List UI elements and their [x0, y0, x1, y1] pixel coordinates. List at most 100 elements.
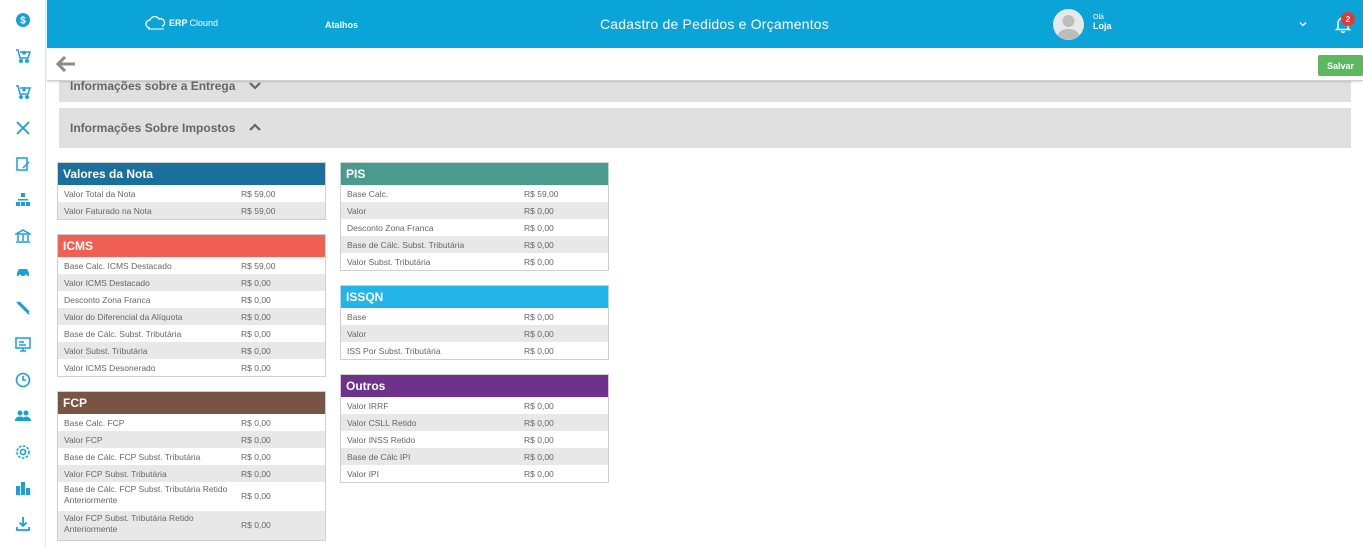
sidebar: $ [0, 0, 46, 548]
table-row: Desconto Zona Franca R$ 0,00 [58, 291, 325, 308]
row-label: Valor FCP [64, 435, 103, 445]
table-row: Base de Cálc. FCP Subst. Tributária Reti… [58, 482, 325, 511]
settings-icon[interactable] [13, 442, 33, 462]
table-row: Base de Cálc. Subst. Tributária R$ 0,00 [58, 325, 325, 342]
panel-body: Base Calc. ICMS Destacado R$ 59,00 Valor … [58, 257, 325, 376]
row-label: Base de Cálc. FCP Subst. Tributária Reti… [64, 484, 228, 505]
chart-icon[interactable] [13, 478, 33, 498]
cloud-icon [145, 15, 166, 30]
panel-title: Valores da Nota [58, 163, 325, 185]
table-row: Base de Cálc IPI R$ 0,00 [341, 448, 608, 465]
top-header: ERP Clound Atalhos Cadastro de Pedidos e … [47, 0, 1363, 48]
row-value: R$ 0,00 [524, 206, 554, 216]
row-value: R$ 59,00 [241, 206, 276, 216]
table-row: Valor ICMS Desonerado R$ 0,00 [58, 359, 325, 376]
panel-body: Base R$ 0,00 Valor R$ 0,00 ISS Por Subst. … [341, 308, 608, 359]
row-label: ISS Por Subst. Tributária [347, 346, 441, 356]
download-icon[interactable] [13, 514, 33, 534]
clock-icon[interactable] [13, 370, 33, 390]
row-label: Base Calc. FCP [64, 418, 125, 428]
panel-fcp: FCP Base Calc. FCP R$ 0,00 Valor FCP R$ 0,… [57, 391, 326, 541]
row-value: R$ 0,00 [524, 418, 554, 428]
table-row: Valor IRRF R$ 0,00 [341, 397, 608, 414]
row-value: R$ 0,00 [241, 363, 271, 373]
save-button[interactable]: Salvar [1318, 55, 1363, 76]
row-label: Valor FCP Subst. Tributária [64, 469, 167, 479]
cart-down-icon[interactable] [13, 82, 33, 102]
sitemap-icon[interactable] [13, 190, 33, 210]
table-row: Base Calc. R$ 59,00 [341, 185, 608, 202]
logo[interactable]: ERP Clound [145, 15, 218, 31]
toolbar: Salvar [47, 48, 1363, 81]
row-value: R$ 0,00 [241, 469, 271, 479]
table-row: Valor IPI R$ 0,00 [341, 465, 608, 482]
row-label: Valor [347, 329, 367, 339]
row-label: Valor CSLL Retido [347, 418, 417, 428]
panel-outros: Outros Valor IRRF R$ 0,00 Valor CSLL Reti… [340, 374, 609, 483]
row-label: Base [347, 312, 367, 322]
table-row: Desconto Zona Franca R$ 0,00 [341, 219, 608, 236]
page-title: Cadastro de Pedidos e Orçamentos [600, 16, 829, 32]
row-label: Valor ICMS Desonerado [64, 363, 156, 373]
user-name: Loja [1093, 21, 1112, 31]
table-row: Valor Faturado na Nota R$ 59,00 [58, 202, 325, 219]
table-row: Base de Cálc. Subst. Tributária R$ 0,00 [341, 236, 608, 253]
row-label: Valor FCP Subst. Tributária Retido Anter… [64, 513, 194, 534]
user-greeting: Olá Loja [1093, 14, 1112, 31]
dollar-icon[interactable]: $ [13, 10, 33, 30]
row-value: R$ 0,00 [524, 329, 554, 339]
row-label: Base de Cálc. Subst. Tributária [64, 329, 182, 339]
table-row: Valor R$ 0,00 [341, 202, 608, 219]
pen-icon[interactable] [13, 298, 33, 318]
panel-pis: PIS Base Calc. R$ 59,00 Valor R$ 0,00 Desc… [340, 162, 609, 271]
logo-text: Clound [189, 18, 219, 28]
table-row: Base R$ 0,00 [341, 308, 608, 325]
svg-text:$: $ [20, 16, 26, 27]
row-value: R$ 0,00 [241, 491, 271, 501]
row-value: R$ 0,00 [241, 346, 271, 356]
tools-icon[interactable] [13, 118, 33, 138]
section-impostos-label: Informações Sobre Impostos [70, 121, 236, 135]
atalhos-menu[interactable]: Atalhos [325, 20, 358, 30]
row-label: Valor Faturado na Nota [64, 206, 152, 216]
cart-plus-icon[interactable] [13, 46, 33, 66]
row-value: R$ 0,00 [524, 469, 554, 479]
table-row: Valor ICMS Destacado R$ 0,00 [58, 274, 325, 291]
row-label: Valor IRRF [347, 401, 389, 411]
bank-icon[interactable] [13, 226, 33, 246]
section-entrega-label: Informações sobre a Entrega [70, 79, 236, 93]
edit-note-icon[interactable] [13, 154, 33, 174]
row-value: R$ 0,00 [241, 329, 271, 339]
avatar[interactable] [1053, 9, 1084, 40]
row-value: R$ 0,00 [241, 278, 271, 288]
table-row: Base de Cálc. FCP Subst. Tributária R$ 0,… [58, 448, 325, 465]
table-row: ISS Por Subst. Tributária R$ 0,00 [341, 342, 608, 359]
row-value: R$ 0,00 [241, 435, 271, 445]
row-value: R$ 0,00 [524, 312, 554, 322]
table-row: Valor FCP R$ 0,00 [58, 431, 325, 448]
row-value: R$ 0,00 [524, 346, 554, 356]
logo-brand: ERP [169, 18, 188, 28]
table-row: Valor Subst. Tributária R$ 0,00 [341, 253, 608, 270]
table-row: Valor INSS Retido R$ 0,00 [341, 431, 608, 448]
users-icon[interactable] [13, 406, 33, 426]
row-label: Base Calc. [347, 189, 389, 199]
section-impostos-header[interactable]: Informações Sobre Impostos [59, 108, 1351, 148]
chevron-up-icon [249, 123, 261, 131]
table-row: Valor FCP Subst. Tributária R$ 0,00 [58, 465, 325, 482]
row-label: Base de Cálc IPI [347, 452, 411, 462]
row-value: R$ 0,00 [524, 240, 554, 250]
chevron-down-icon [249, 82, 261, 90]
panel-body: Valor IRRF R$ 0,00 Valor CSLL Retido R$ 0,… [341, 397, 608, 482]
row-value: R$ 0,00 [524, 223, 554, 233]
monitor-icon[interactable] [13, 334, 33, 354]
back-arrow-icon[interactable] [55, 55, 76, 73]
chevron-down-icon[interactable] [1297, 17, 1309, 29]
row-label: Valor Subst. Tributária [347, 257, 431, 267]
row-value: R$ 59,00 [241, 261, 276, 271]
panel-title: ISSQN [341, 286, 608, 308]
row-value: R$ 59,00 [241, 189, 276, 199]
row-value: R$ 0,00 [241, 452, 271, 462]
car-icon[interactable] [13, 262, 33, 282]
panel-issqn: ISSQN Base R$ 0,00 Valor R$ 0,00 ISS Por S… [340, 285, 609, 360]
